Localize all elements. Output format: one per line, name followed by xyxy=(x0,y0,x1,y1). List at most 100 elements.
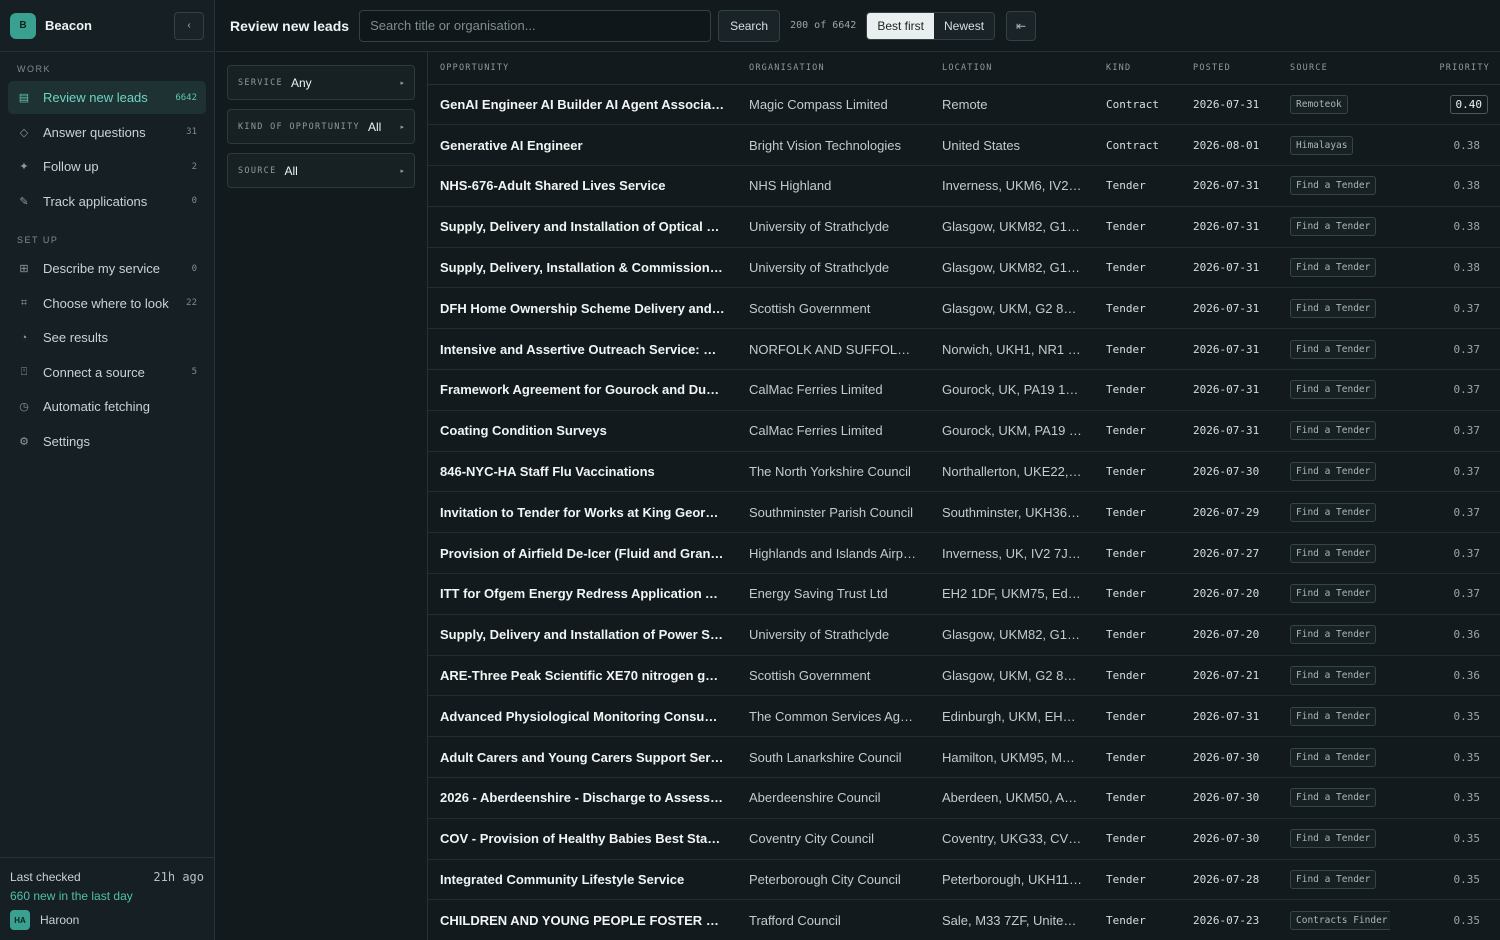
cell-opportunity: Intensive and Assertive Outreach Service… xyxy=(428,328,737,371)
cell-organisation: Peterborough City Council xyxy=(737,859,930,901)
table-row[interactable]: ITT for Ofgem Energy Redress Application… xyxy=(428,573,1500,615)
cell-location: Northallerton, UKE22, D... xyxy=(930,451,1094,493)
cell-priority: 0.38 xyxy=(1390,247,1500,289)
filter-label: KIND OF OPPORTUNITY xyxy=(238,121,360,132)
cell-kind: Tender xyxy=(1094,491,1181,534)
table-row[interactable]: Provision of Airfield De-Icer (Fluid and… xyxy=(428,532,1500,575)
sidebar-item-answer-questions[interactable]: ◇ Answer questions 31 xyxy=(8,116,206,149)
sidebar-item-describe-my-service[interactable]: ⊞ Describe my service 0 xyxy=(8,252,206,285)
table-row[interactable]: Supply, Delivery, Installation & Commiss… xyxy=(428,247,1500,289)
source-badge: Contracts Finder xyxy=(1290,910,1390,930)
cell-opportunity: Invitation to Tender for Works at King G… xyxy=(428,491,737,534)
user-profile[interactable]: HA Haroon xyxy=(10,910,204,930)
source-badge: Find a Tender xyxy=(1290,706,1377,726)
cell-kind: Tender xyxy=(1094,695,1181,738)
table-row[interactable]: Adult Carers and Young Carers Support Se… xyxy=(428,736,1500,779)
sidebar-item-settings[interactable]: ⚙ Settings xyxy=(8,425,206,458)
cell-kind: Tender xyxy=(1094,369,1181,411)
sidebar-item-see-results[interactable]: ◔ See results xyxy=(8,321,206,354)
table-row[interactable]: Supply, Delivery and Installation of Opt… xyxy=(428,206,1500,248)
cell-priority: 0.37 xyxy=(1390,491,1500,534)
cell-organisation: The Common Services Agen... xyxy=(737,695,930,738)
chevron-right-icon: ▸ xyxy=(400,167,404,175)
source-badge: Find a Tender xyxy=(1290,176,1377,196)
table-row[interactable]: Invitation to Tender for Works at King G… xyxy=(428,491,1500,534)
cell-opportunity: Generative AI Engineer xyxy=(428,124,737,167)
cell-source: Find a Tender xyxy=(1278,491,1390,534)
column-header-organisation[interactable]: ORGANISATION xyxy=(737,52,930,85)
cell-organisation: Coventry City Council xyxy=(737,818,930,860)
column-header-kind[interactable]: KIND xyxy=(1094,52,1181,85)
cell-priority: 0.35 xyxy=(1390,818,1500,860)
cell-opportunity: GenAI Engineer AI Builder AI Agent Assoc… xyxy=(428,84,737,126)
filter-service[interactable]: SERVICE Any ▸ xyxy=(227,65,415,100)
sidebar-item-track-applications[interactable]: ✎ Track applications 0 xyxy=(8,185,206,218)
cell-posted: 2026-07-27 xyxy=(1181,532,1278,575)
table-row[interactable]: DFH Home Ownership Scheme Delivery and S… xyxy=(428,287,1500,330)
cell-opportunity: Integrated Community Lifestyle Service xyxy=(428,859,737,901)
results-count: 200 of 6642 xyxy=(790,20,857,31)
table-row[interactable]: CHILDREN AND YOUNG PEOPLE FOSTER CARE F.… xyxy=(428,899,1500,940)
sidebar-item-automatic-fetching[interactable]: ◷ Automatic fetching xyxy=(8,390,206,423)
sidebar-item-follow-up[interactable]: ✦ Follow up 2 xyxy=(8,150,206,183)
cell-source: Remoteok xyxy=(1278,84,1390,126)
cell-organisation: Trafford Council xyxy=(737,899,930,940)
source-badge: Find a Tender xyxy=(1290,462,1377,482)
search-button[interactable]: Search xyxy=(718,9,781,42)
cell-organisation: Aberdeenshire Council xyxy=(737,777,930,819)
table-row[interactable]: 2026 - Aberdeenshire - Discharge to Asse… xyxy=(428,777,1500,819)
cell-kind: Tender xyxy=(1094,287,1181,330)
nav-section: WORK ▤ Review new leads 6642 ◇ Answer questio… xyxy=(0,60,214,219)
cell-source: Find a Tender xyxy=(1278,859,1390,901)
sidebar-item-review-new-leads[interactable]: ▤ Review new leads 6642 xyxy=(8,81,206,114)
table-row[interactable]: Advanced Physiological Monitoring Consum… xyxy=(428,695,1500,738)
table-row[interactable]: Intensive and Assertive Outreach Service… xyxy=(428,328,1500,371)
cell-organisation: University of Strathclyde xyxy=(737,206,930,248)
sidebar-item-choose-where-to-look[interactable]: ⌗ Choose where to look 22 xyxy=(8,287,206,320)
collapse-sidebar-button[interactable]: ‹ xyxy=(174,11,204,40)
column-header-priority[interactable]: PRIORITY xyxy=(1390,52,1500,85)
table-row[interactable]: Framework Agreement for Gourock and Duno… xyxy=(428,369,1500,411)
source-badge: Himalayas xyxy=(1290,135,1354,155)
sidebar-item-label: Review new leads xyxy=(43,90,148,105)
cell-organisation: Highlands and Islands Airpor... xyxy=(737,532,930,575)
column-header-location[interactable]: LOCATION xyxy=(930,52,1094,85)
sort-option-best-first[interactable]: Best first xyxy=(867,12,935,39)
cell-source: Find a Tender xyxy=(1278,818,1390,860)
filter-source[interactable]: SOURCE All ▸ xyxy=(227,153,415,188)
table-row[interactable]: Coating Condition Surveys CalMac Ferries … xyxy=(428,410,1500,452)
sidebar-item-label: Follow up xyxy=(43,159,99,174)
sidebar-item-label: Answer questions xyxy=(43,124,146,140)
table-row[interactable]: Supply, Delivery and Installation of Pow… xyxy=(428,614,1500,656)
column-header-opportunity[interactable]: OPPORTUNITY xyxy=(428,52,737,85)
sidebar-item-connect-a-source[interactable]: ⍞ Connect a source 5 xyxy=(8,356,206,389)
cell-location: Glasgow, UKM, G2 8LU,... xyxy=(930,655,1094,697)
table-row[interactable]: Generative AI Engineer Bright Vision Tech… xyxy=(428,124,1500,167)
table-row[interactable]: GenAI Engineer AI Builder AI Agent Assoc… xyxy=(428,84,1500,126)
table-row[interactable]: ARE-Three Peak Scientific XE70 nitrogen … xyxy=(428,655,1500,697)
cell-priority: 0.35 xyxy=(1390,777,1500,819)
column-header-posted[interactable]: POSTED xyxy=(1181,52,1278,85)
column-header-source[interactable]: SOURCE xyxy=(1278,52,1390,85)
filter-kind-of-opportunity[interactable]: KIND OF OPPORTUNITY All ▸ xyxy=(227,109,415,144)
new-leads-summary[interactable]: 660 new in the last day xyxy=(10,886,204,906)
topbar: Review new leads Search 200 of 6642 Best… xyxy=(216,0,1500,52)
sidebar-item-count: 22 xyxy=(186,298,197,308)
sort-toggle: Best first Newest xyxy=(866,11,996,40)
search-input[interactable] xyxy=(359,9,712,42)
sidebar-footer: Last checked 21h ago 660 new in the last… xyxy=(0,857,214,940)
source-badge: Find a Tender xyxy=(1290,502,1377,522)
table-row[interactable]: 846-NYC-HA Staff Flu Vaccinations The Nor… xyxy=(428,451,1500,493)
table-row[interactable]: COV - Provision of Healthy Babies Best S… xyxy=(428,818,1500,860)
cell-location: Gourock, UK, PA19 1QP... xyxy=(930,369,1094,411)
collapse-panel-button[interactable]: ⇤ xyxy=(1006,10,1037,41)
sidebar: B Beacon ‹ WORK ▤ Review new leads 6642 ◇ Ans… xyxy=(0,0,215,940)
sort-option-newest[interactable]: Newest xyxy=(934,12,995,39)
cell-source: Contracts Finder xyxy=(1278,899,1390,940)
table-row[interactable]: NHS-676-Adult Shared Lives Service NHS Hi… xyxy=(428,165,1500,207)
cell-priority: 0.36 xyxy=(1390,655,1500,697)
cell-source: Find a Tender xyxy=(1278,165,1390,207)
table-row[interactable]: Integrated Community Lifestyle Service Pe… xyxy=(428,859,1500,901)
filter-value: All xyxy=(367,119,382,134)
sidebar-item-label: See results xyxy=(43,330,109,345)
